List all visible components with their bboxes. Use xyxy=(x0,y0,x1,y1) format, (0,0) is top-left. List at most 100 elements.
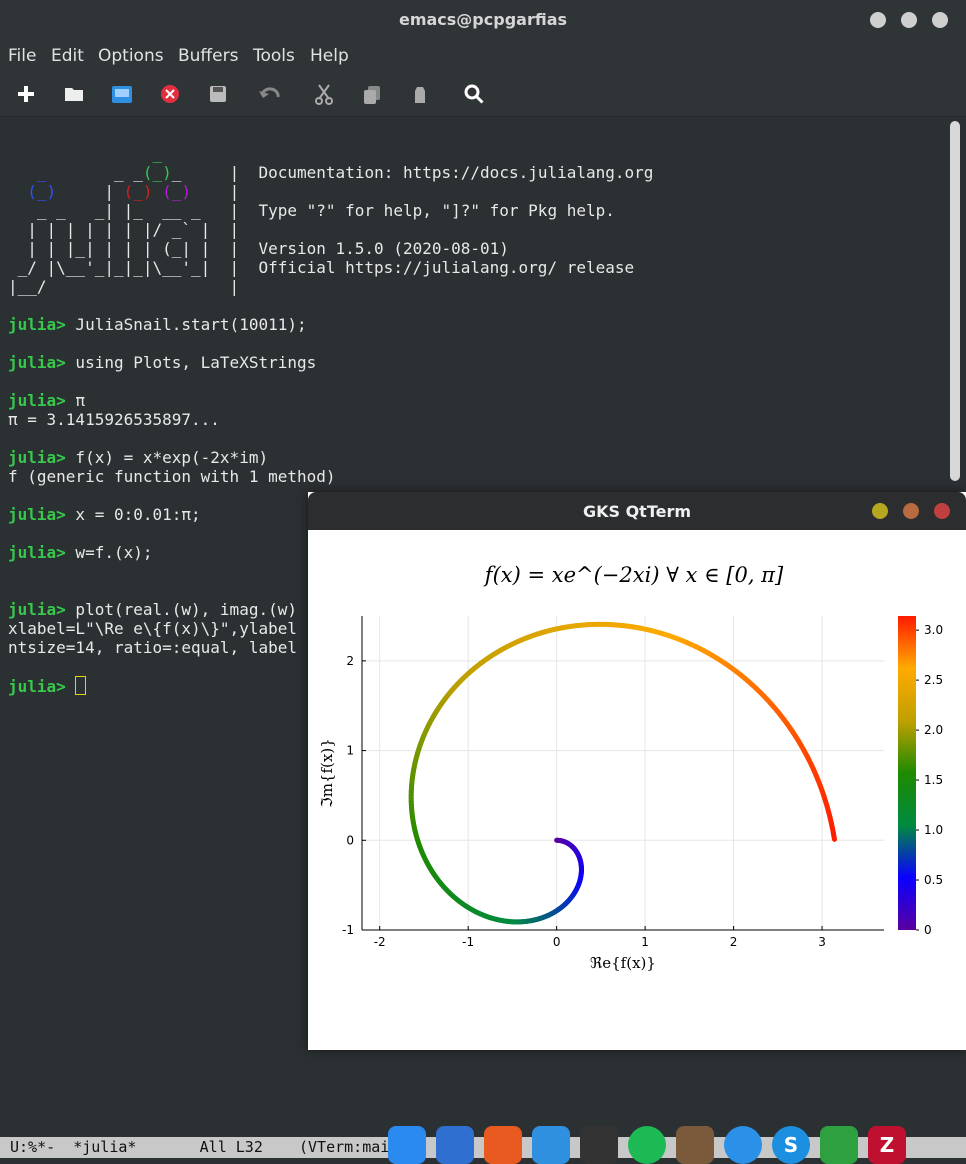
spotify-icon[interactable] xyxy=(628,1126,666,1164)
command-text xyxy=(66,677,76,696)
y-tick-label: 1 xyxy=(346,744,354,758)
cut-icon[interactable] xyxy=(310,80,338,108)
prompt-line: julia> JuliaSnail.start(10011); xyxy=(8,315,307,334)
output-line: xlabel=L"\Re e\{f(x)\}",ylabel xyxy=(8,619,297,638)
paste-icon[interactable] xyxy=(406,80,434,108)
output-text: ntsize=14, ratio=:equal, label xyxy=(8,638,297,657)
command-text: using Plots, LaTeXStrings xyxy=(66,353,316,372)
gks-maximize-button[interactable] xyxy=(903,503,919,519)
files-icon[interactable] xyxy=(388,1126,426,1164)
command-text: f(x) = x*exp(-2x*im) xyxy=(66,448,268,467)
colorbar-tick-label: 0 xyxy=(924,923,932,937)
save-icon[interactable] xyxy=(204,80,232,108)
video-editor-icon[interactable] xyxy=(580,1126,618,1164)
prompt: julia> xyxy=(8,543,66,562)
banner-line: _ xyxy=(8,144,162,163)
menu-edit[interactable]: Edit xyxy=(51,46,84,66)
prompt: julia> xyxy=(8,353,66,372)
power-icon[interactable] xyxy=(724,1126,762,1164)
plot-canvas: -2-10123-1012f(x) = xe^(−2xi) ∀ x ∈ [0, … xyxy=(308,530,966,1050)
curve-segment xyxy=(833,834,834,840)
dock: SZ xyxy=(386,1122,966,1158)
output-line: ntsize=14, ratio=:equal, label xyxy=(8,638,297,657)
gks-close-button[interactable] xyxy=(934,503,950,519)
emacs-titlebar: emacs@pcpgarfias xyxy=(0,0,966,40)
minimize-button[interactable] xyxy=(870,12,886,28)
menubar: File Edit Options Buffers Tools Help xyxy=(0,40,966,72)
prompt-line: julia> using Plots, LaTeXStrings xyxy=(8,353,316,372)
menu-help[interactable]: Help xyxy=(310,46,349,66)
undo-icon[interactable] xyxy=(256,80,284,108)
toolbar xyxy=(0,72,966,117)
gks-titlebar: GKS QtTerm xyxy=(308,492,966,530)
close-icon[interactable] xyxy=(156,80,184,108)
colorbar-tick-label: 2.0 xyxy=(924,723,943,737)
zotero-icon[interactable]: Z xyxy=(868,1126,906,1164)
prompt-line: julia> w=f.(x); xyxy=(8,543,153,562)
y-axis-label: ℑm{f(x)} xyxy=(318,738,336,808)
output-text: xlabel=L"\Re e\{f(x)\}",ylabel xyxy=(8,619,297,638)
prompt: julia> xyxy=(8,315,66,334)
banner-line: (_) | (_) (_) | xyxy=(8,182,239,201)
x-tick-label: -2 xyxy=(374,935,386,949)
colorbar xyxy=(898,616,916,930)
y-tick-label: 2 xyxy=(346,654,354,668)
x-tick-label: 3 xyxy=(818,935,826,949)
chart-title: f(x) = xe^(−2xi) ∀ x ∈ [0, π] xyxy=(483,563,784,587)
colorbar-tick-label: 0.5 xyxy=(924,873,943,887)
prompt: julia> xyxy=(8,600,66,619)
photos-icon[interactable] xyxy=(532,1126,570,1164)
prompt: julia> xyxy=(8,505,66,524)
colorbar-tick-label: 1.0 xyxy=(924,823,943,837)
gks-minimize-button[interactable] xyxy=(872,503,888,519)
maximize-button[interactable] xyxy=(901,12,917,28)
banner-line: _/ |\__'_|_|_|\__'_| | Official https://… xyxy=(8,258,634,277)
prompt: julia> xyxy=(8,677,66,696)
banner-line: |__/ | xyxy=(8,277,239,296)
gks-plot-window[interactable]: GKS QtTerm -2-10123-1012f(x) = xe^(−2xi)… xyxy=(308,492,966,1050)
open-folder-icon[interactable] xyxy=(60,80,88,108)
firefox-icon[interactable] xyxy=(484,1126,522,1164)
copy-icon[interactable] xyxy=(358,80,386,108)
gimp-icon[interactable] xyxy=(676,1126,714,1164)
prompt: julia> xyxy=(8,448,66,467)
output-line: f (generic function with 1 method) xyxy=(8,467,336,486)
gks-window-title: GKS QtTerm xyxy=(308,502,966,521)
menu-tools[interactable]: Tools xyxy=(253,46,295,66)
close-window-button[interactable] xyxy=(932,12,948,28)
output-text: π = 3.1415926535897... xyxy=(8,410,220,429)
banner-line: | | | | | | |/ _` | | xyxy=(8,220,239,239)
output-line: π = 3.1415926535897... xyxy=(8,410,220,429)
output-text: f (generic function with 1 method) xyxy=(8,467,336,486)
command-text: JuliaSnail.start(10011); xyxy=(66,315,307,334)
stack-icon[interactable] xyxy=(436,1126,474,1164)
prompt-line: julia> π xyxy=(8,391,85,410)
command-text: x = 0:0.01:π; xyxy=(66,505,201,524)
colorbar-tick-label: 3.0 xyxy=(924,623,943,637)
menu-file[interactable]: File xyxy=(8,46,36,66)
command-text: w=f.(x); xyxy=(66,543,153,562)
colorbar-tick-label: 2.5 xyxy=(924,673,943,687)
menu-options[interactable]: Options xyxy=(98,46,164,66)
banner-line: _ _ _| |_ __ _ | Type "?" for help, "]?"… xyxy=(8,201,615,220)
search-icon[interactable] xyxy=(460,80,488,108)
text-cursor xyxy=(75,676,86,695)
command-text: π xyxy=(66,391,85,410)
y-tick-label: 0 xyxy=(346,833,354,847)
colorbar-tick-label: 1.5 xyxy=(924,773,943,787)
y-tick-label: -1 xyxy=(342,923,354,937)
banner-line: | | |_| | | | (_| | | Version 1.5.0 (202… xyxy=(8,239,509,258)
menu-buffers[interactable]: Buffers xyxy=(178,46,238,66)
dired-icon[interactable] xyxy=(108,80,136,108)
scroll-thumb[interactable] xyxy=(950,121,960,481)
prompt-line: julia> plot(real.(w), imag.(w) xyxy=(8,600,297,619)
x-tick-label: 1 xyxy=(641,935,649,949)
prompt-line: julia> f(x) = x*exp(-2x*im) xyxy=(8,448,268,467)
prompt-line: julia> xyxy=(8,676,86,695)
x-tick-label: -1 xyxy=(462,935,474,949)
skype-icon[interactable]: S xyxy=(772,1126,810,1164)
x-tick-label: 0 xyxy=(553,935,561,949)
prompt: julia> xyxy=(8,391,66,410)
evernote-icon[interactable] xyxy=(820,1126,858,1164)
new-file-icon[interactable] xyxy=(12,80,40,108)
